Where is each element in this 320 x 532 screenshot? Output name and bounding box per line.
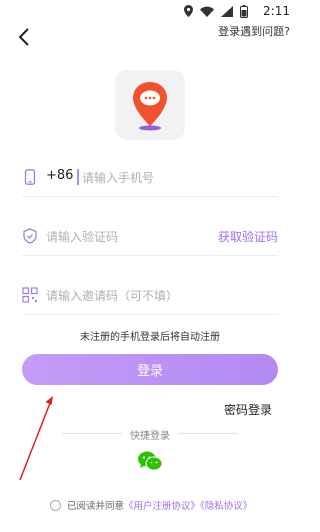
status-time: 2:11 <box>263 4 290 18</box>
phone-input[interactable]: 请输入手机号 <box>82 169 154 186</box>
signal-icon <box>221 5 233 17</box>
agreement-prefix: 已阅读并同意 <box>67 501 125 512</box>
divider <box>22 196 278 197</box>
phone-icon <box>24 169 36 185</box>
user-agreement-link[interactable]: 《用户注册协议》 <box>124 501 200 512</box>
phone-field[interactable]: +86 请输入手机号 <box>22 159 278 197</box>
invite-input[interactable]: 请输入邀请码（可不填） <box>46 287 178 304</box>
login-button-label: 登录 <box>136 364 163 379</box>
back-button[interactable] <box>14 26 36 48</box>
code-input[interactable]: 请输入验证码 <box>46 228 118 245</box>
wechat-login-button[interactable] <box>137 450 163 472</box>
country-code[interactable]: +86 <box>46 168 73 183</box>
verification-code-field[interactable]: 请输入验证码 获取验证码 <box>22 218 278 256</box>
shield-check-icon <box>23 228 37 244</box>
status-bar: 2:11 <box>0 0 300 24</box>
qr-code-icon <box>22 287 38 303</box>
chevron-left-icon <box>18 28 29 46</box>
login-button[interactable]: 登录 <box>22 354 278 385</box>
divider-line <box>178 433 238 434</box>
text-cursor <box>77 169 79 185</box>
agree-radio[interactable] <box>50 499 61 511</box>
quick-login-label: 快捷登录 <box>130 431 170 442</box>
status-icons <box>184 4 248 18</box>
agreement-text: 已阅读并同意《用户注册协议》《隐私协议》 <box>67 498 252 512</box>
get-code-button[interactable]: 获取验证码 <box>218 228 278 245</box>
agreement-row: 已阅读并同意《用户注册协议》《隐私协议》 <box>50 498 252 512</box>
quick-login-divider: 快捷登录 <box>0 427 300 442</box>
privacy-policy-link[interactable]: 《隐私协议》 <box>200 501 252 512</box>
wechat-icon <box>138 451 163 471</box>
location-pin-chat-icon <box>133 82 167 131</box>
password-login-link[interactable]: 密码登录 <box>224 401 272 418</box>
divider <box>22 255 278 256</box>
wifi-icon <box>200 6 214 17</box>
auto-register-notice: 未注册的手机登录后将自动注册 <box>80 332 220 343</box>
invite-code-field[interactable]: 请输入邀请码（可不填） <box>22 277 278 315</box>
login-help-link[interactable]: 登录遇到问题? <box>218 23 290 39</box>
location-icon <box>184 5 193 17</box>
app-logo <box>115 70 185 140</box>
divider <box>22 314 278 315</box>
battery-icon <box>240 4 248 18</box>
